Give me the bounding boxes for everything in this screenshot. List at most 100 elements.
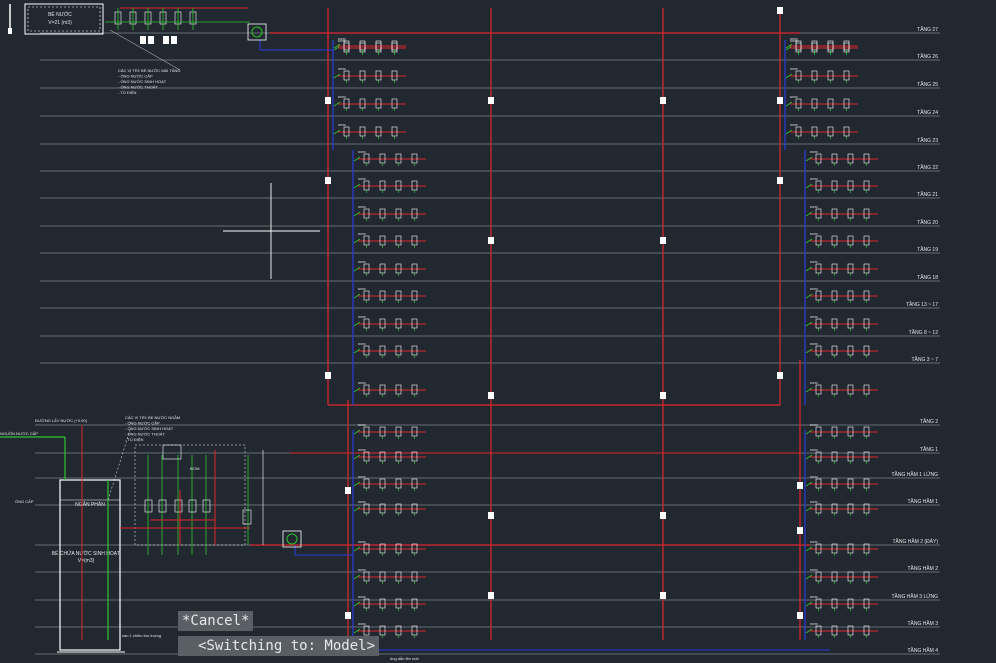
fixture-symbol [395,571,402,582]
branch-label: DN50 [338,95,346,99]
fixture-symbol [375,98,382,109]
fixture-symbol [411,345,418,356]
fixture-symbol [843,98,850,109]
fixture-symbol [395,426,402,437]
fixture-symbol [831,153,838,164]
fixture-symbol [411,478,418,489]
inlet-label: ĐƯỜNG LẤY NƯỚC (+0.00) [35,418,88,423]
fixture-symbol [815,345,822,356]
fixture-symbol [411,384,418,395]
fixture-symbol [863,208,870,219]
fixture-symbol [375,70,382,81]
branch-label: DN50 [358,540,366,544]
floor-label: TẦNG 13 ~ 17 [906,301,938,308]
branch-label: DN50 [358,622,366,626]
branch-label: DN50 [810,381,818,385]
fixture-symbol [831,345,838,356]
fixture-symbol [343,126,350,137]
fixture-symbol [863,384,870,395]
fixture-symbol [363,384,370,395]
riser-tag [797,527,803,534]
branch-label: DN50 [358,475,366,479]
command-line-cancel: *Cancel* [178,611,254,631]
floor-label: TẦNG 23 [917,137,938,144]
fixture-symbol [395,208,402,219]
floor-grid-lines [35,32,940,655]
floor-label: TẦNG 22 [917,164,938,171]
branch-label: DN50 [358,448,366,452]
riser-tag [345,487,351,494]
riser-tag [488,512,494,519]
drawing-canvas[interactable]: DN50 DN50 DN50 DN50 DN50 DN50 DN50 DN50 DN50 DN50… [0,0,996,663]
floor-label: TẦNG HẦM 2 [907,565,938,572]
floor-label: TẦNG 3 ~ 7 [911,356,938,363]
floor-label: TẦNG 18 [917,274,938,281]
pump-box [188,499,197,513]
note-line: - ỐNG NƯỚC SINH HOẠT [125,426,174,431]
riser-tag [660,392,666,399]
fixture-symbol [831,290,838,301]
tank-bottom-volume: V=(m3) [78,558,95,564]
riser-tag [345,612,351,619]
floor-label: TẦNG 26 [917,53,938,60]
fixture-symbol [359,40,366,51]
branch-label: DN50 [358,381,366,385]
riser-tag [488,392,494,399]
fixture-symbol [391,98,398,109]
fixture-symbol [847,180,854,191]
pump-icon [286,533,298,545]
fixture-symbol [379,318,386,329]
branch-label: DN50 [358,315,366,319]
fixture-symbol [815,235,822,246]
branch-label: DN50 [810,540,818,544]
pipe-label: NGUỒN NƯỚC CẤP [0,431,38,436]
branch-label: DN50 [338,123,346,127]
fixture-symbol [847,208,854,219]
floor-labels: TẦNG 27 TẦNG 26 TẦNG 25 TẦNG 24 TẦNG 23 TẦNG … [892,26,939,654]
fixture-symbol [363,208,370,219]
fixture-symbol [395,235,402,246]
riser-tag [325,372,331,379]
note-line: - TỦ ĐIỆN [118,90,136,95]
fixture-symbol [815,426,822,437]
riser-tag [660,592,666,599]
fixture-symbol [831,571,838,582]
fixture-symbol [379,290,386,301]
branch-label: DN50 [790,37,798,41]
tank-top-inner [27,6,101,32]
note-line: - ỐNG NƯỚC THOÁT [118,85,158,90]
fixture-symbol [379,478,386,489]
fixture-symbol [395,478,402,489]
fixture-symbol [847,318,854,329]
fixture-symbol [815,571,822,582]
riser-tag [797,612,803,619]
pipe-risers [120,7,830,651]
fixture-symbol [359,98,366,109]
branch-label: DN50 [358,595,366,599]
fixture-symbol [827,126,834,137]
fixture-symbol [847,345,854,356]
fixture-symbol [815,478,822,489]
pump-unit [163,36,169,44]
branch-label: DN50 [790,95,798,99]
branch-label: DN50 [810,205,818,209]
floor-label: TẦNG 2 [920,418,938,425]
fixture-symbol [815,318,822,329]
fixture-symbol [379,208,386,219]
pump-box [158,499,167,513]
riser-tag [660,512,666,519]
fixture-branches: DN50 DN50 DN50 DN50 DN50 DN50 DN50 DN50 DN50 DN50… [333,37,878,638]
fixture-symbol [375,40,382,51]
fixture-symbol [363,426,370,437]
floor-label: TẦNG HẦM 3 LỬNG [892,593,939,600]
fixture-symbol [815,263,822,274]
fixture-symbol [847,478,854,489]
floor-label: TẦNG 21 [917,191,938,198]
floor-label: TẦNG HẦM 1 [907,498,938,505]
fixture-symbol [379,235,386,246]
fixture-symbol [843,70,850,81]
branch-label: DN50 [358,423,366,427]
fixture-symbol [815,208,822,219]
fixture-symbol [379,571,386,582]
pump-label: BƠM [190,466,199,471]
